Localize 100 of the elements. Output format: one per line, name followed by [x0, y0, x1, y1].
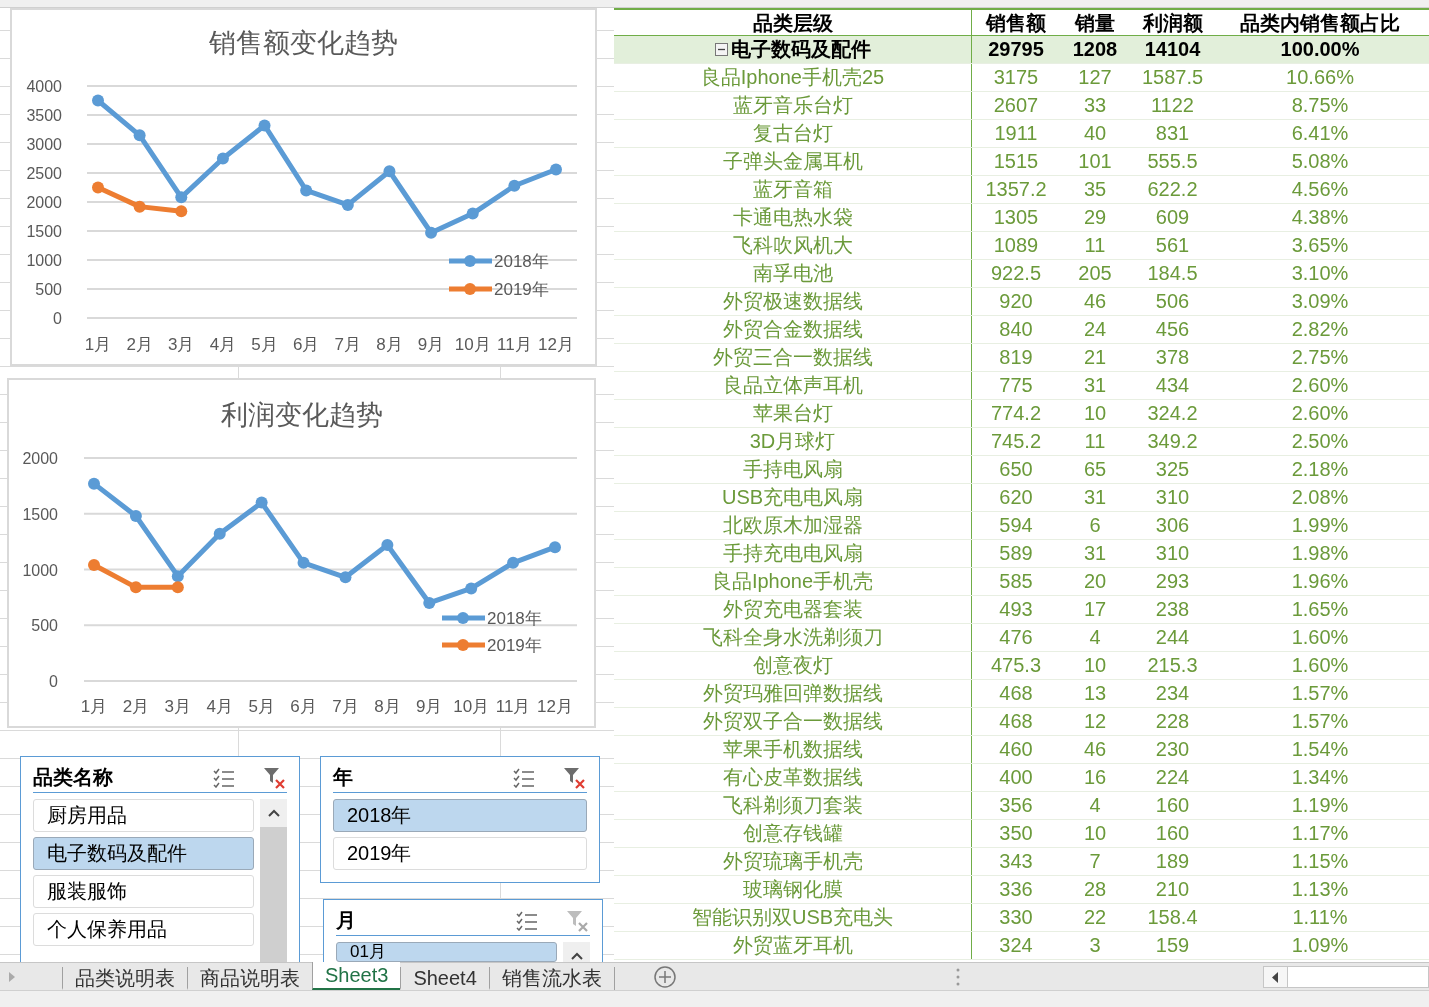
data-point [381, 538, 394, 551]
axis-label: 2月 [122, 697, 150, 716]
data-point [213, 527, 226, 540]
horizontal-scrollbar[interactable] [1263, 966, 1429, 988]
data-point [92, 94, 104, 107]
clear-filter-icon[interactable] [263, 765, 287, 790]
table-cell-text: 1.98% [1290, 541, 1350, 566]
axis-label: 6月 [292, 335, 320, 354]
table-cell-text: 20 [1082, 569, 1108, 594]
legend-label: 2018年 [487, 609, 542, 628]
clear-filter-icon[interactable] [563, 765, 587, 790]
axis-label: 2000 [26, 194, 62, 211]
slicer-item[interactable]: 电子数码及配件 [33, 837, 254, 870]
table-cell-text: 10.66% [1285, 65, 1355, 90]
table-cell: 外贸双子合一数据线 [614, 708, 972, 735]
axis-label: 2500 [26, 165, 62, 182]
table-cell: 苹果手机数据线 [614, 736, 972, 763]
table-cell-text: 493 [998, 597, 1034, 622]
data-point [171, 570, 184, 583]
axis-label: 4月 [206, 697, 233, 716]
table-cell-text: 1515 [992, 149, 1040, 174]
axis-label: 12月 [538, 335, 574, 354]
table-cell-text: 3 [1088, 933, 1102, 958]
table-cell-text: 506 [1154, 289, 1191, 314]
table-cell-text: 1.13% [1290, 877, 1350, 902]
table-cell-text: 5.08% [1290, 149, 1350, 174]
multi-select-icon[interactable] [213, 767, 235, 788]
table-cell-text: 1.60% [1290, 625, 1350, 650]
axis-label: 8月 [376, 335, 403, 354]
data-point [297, 556, 310, 569]
splitter-handle-icon[interactable] [956, 967, 961, 986]
table-cell-text: 160 [1154, 821, 1191, 846]
table-cell: 飞科吹风机大 [614, 232, 972, 259]
chart-title: 利润变化趋势 [220, 400, 383, 430]
table-cell-text: 24 [1082, 317, 1108, 342]
table-cell-text: 330 [998, 905, 1034, 930]
slicer-title: 年 [333, 765, 354, 790]
multi-select-icon[interactable] [516, 910, 538, 931]
scrollbar[interactable] [260, 799, 287, 962]
table-cell-text: 35 [1082, 177, 1108, 202]
table-cell-text: 184.5 [1146, 261, 1199, 286]
slicer-item[interactable]: 服装服饰 [33, 875, 254, 908]
data-point [255, 496, 268, 509]
table-cell-text: 16 [1082, 765, 1108, 790]
sheet-tab[interactable]: Sheet3 [312, 962, 401, 990]
table-cell-text: 33 [1082, 93, 1108, 118]
table-cell-text: 1.60% [1290, 653, 1350, 678]
table-cell: 南孚电池 [614, 260, 972, 287]
axis-label: 3月 [164, 697, 192, 716]
data-point [465, 582, 478, 595]
table-cell-text: 1208 [1071, 37, 1119, 62]
table-cell-text: 8.75% [1290, 93, 1350, 118]
table-cell-text: 1.57% [1290, 681, 1350, 706]
table-cell-text: 775 [998, 373, 1034, 398]
multi-select-icon[interactable] [513, 767, 535, 788]
table-cell-text: 29 [1082, 205, 1108, 230]
table-cell-text: 4.38% [1290, 205, 1350, 230]
slicer-item[interactable]: 01月 [336, 942, 557, 962]
table-cell-text: 46 [1082, 737, 1108, 762]
slicer-item[interactable]: 2019年 [333, 837, 587, 870]
axis-label: 2000 [22, 450, 58, 467]
axis-label: 3月 [168, 335, 195, 354]
slicer-item[interactable]: 2018年 [333, 799, 587, 832]
scroll-up-icon[interactable] [267, 809, 280, 817]
table-cell: 子弹头金属耳机 [614, 148, 972, 175]
data-point [216, 152, 229, 165]
table-cell-text: 1.11% [1291, 905, 1349, 930]
table-cell-text: 3.65% [1290, 233, 1350, 258]
scroll-up-icon[interactable] [570, 952, 583, 960]
axis-label: 1000 [22, 561, 58, 579]
collapse-icon[interactable] [714, 43, 728, 56]
table-cell-text: 1.19% [1290, 793, 1350, 818]
slicer-item[interactable]: 厨房用品 [33, 799, 254, 832]
table-cell-text: 468 [998, 681, 1034, 706]
table-cell-text: 2.08% [1290, 485, 1350, 510]
table-cell: 良品立体声耳机 [614, 372, 972, 399]
scroll-left-icon[interactable] [1272, 971, 1279, 983]
table-cell-text: 234 [1154, 681, 1191, 706]
data-point [383, 165, 396, 178]
table-cell-text: 228 [1154, 709, 1191, 734]
add-sheet-icon[interactable] [653, 965, 676, 988]
data-point [133, 129, 146, 142]
table-cell: 外贸玛雅回弹数据线 [614, 680, 972, 707]
table-cell-text: 1.99% [1290, 513, 1350, 538]
table-cell-text: 210 [1154, 877, 1191, 902]
axis-label: 11月 [497, 335, 532, 354]
table-cell: 复古台灯 [614, 120, 972, 147]
table-cell-text: 158.4 [1146, 905, 1199, 930]
table-cell-text: 1.54% [1290, 737, 1350, 762]
table-cell: 良品Iphone手机壳 [614, 568, 972, 595]
table-cell-text: 293 [1154, 569, 1191, 594]
legend-label: 2019年 [487, 636, 542, 655]
table-cell-text: 4 [1088, 793, 1102, 818]
table-cell-text: 11 [1083, 233, 1107, 258]
table-cell: 飞科剃须刀套装 [614, 792, 972, 819]
table-cell-text: 6.41% [1290, 121, 1350, 146]
table-cell-text: 585 [998, 569, 1034, 594]
axis-label: 1月 [80, 697, 108, 716]
table-cell-text: 244 [1154, 625, 1191, 650]
slicer-item[interactable]: 个人保养用品 [33, 913, 254, 946]
